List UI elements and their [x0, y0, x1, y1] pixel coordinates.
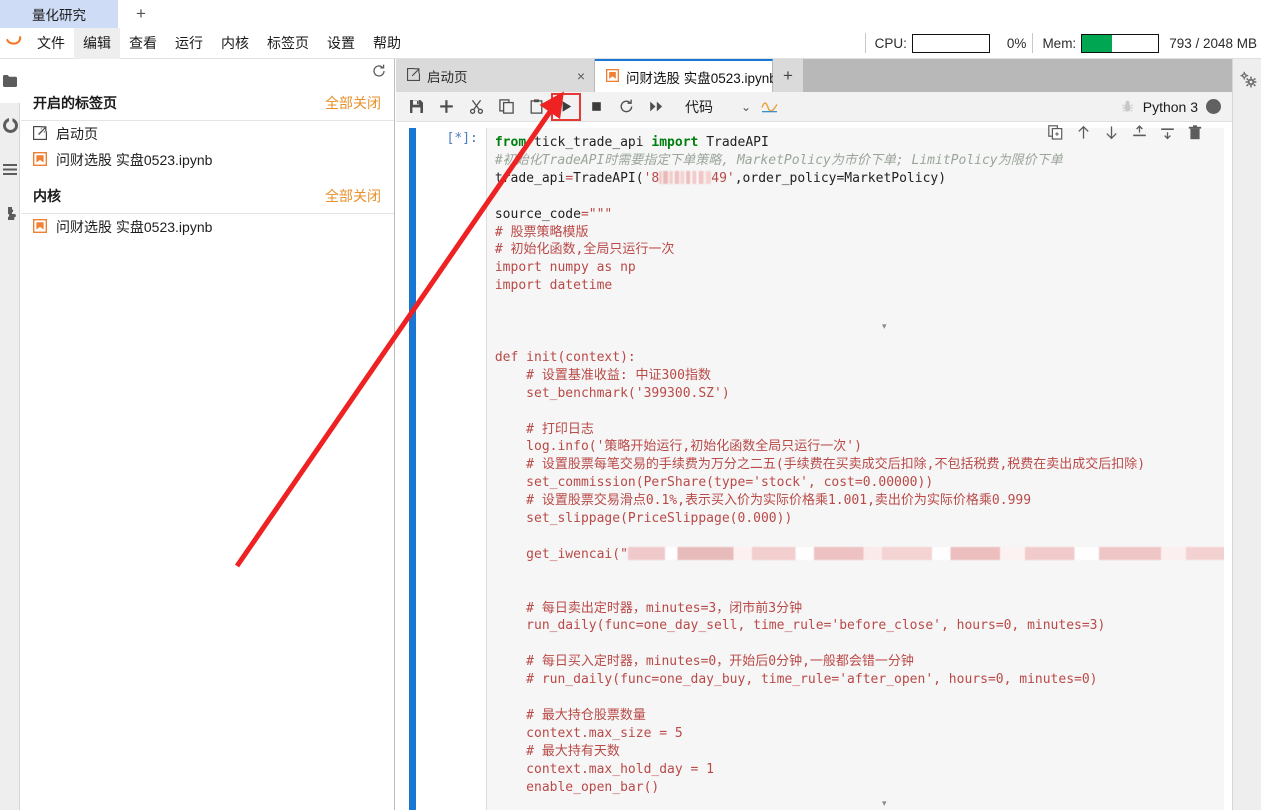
- running-sessions-icon[interactable]: [0, 103, 20, 147]
- duplicate-cell-icon[interactable]: [1048, 125, 1063, 143]
- divider: [864, 33, 866, 53]
- running-panel: 开启的标签页 全部关闭 启动页 问财选股 实盘0523.ipynb 内核 全部关…: [21, 59, 395, 810]
- menu-item-kernel[interactable]: 内核: [212, 28, 258, 59]
- notebook-body: [*]: from tick_trade_api import TradeAPI…: [396, 122, 1232, 810]
- kernel-status-indicator[interactable]: [1206, 99, 1221, 114]
- tab-label: 启动页: [427, 69, 468, 85]
- insert-cell-below-icon[interactable]: [1160, 125, 1175, 143]
- dock-tab-bar: 启动页 × 问财选股 实盘0523.ipynb × +: [396, 59, 1232, 92]
- list-item[interactable]: 问财选股 实盘0523.ipynb: [21, 147, 394, 173]
- list-item-label: 启动页: [56, 126, 98, 142]
- extensions-icon[interactable]: [0, 191, 20, 235]
- cut-cell-button[interactable]: [461, 93, 491, 121]
- cpu-label: CPU:: [874, 35, 907, 51]
- tab-notebook[interactable]: 问财选股 实盘0523.ipynb ×: [595, 59, 792, 92]
- redacted-text: [627, 546, 1224, 560]
- mem-text: 793 / 2048 MB: [1169, 35, 1257, 51]
- menu-bar: 文件 编辑 查看 运行 内核 标签页 设置 帮助 CPU: 0% Mem: 79…: [0, 27, 1261, 59]
- kernel-name-label[interactable]: Python 3: [1143, 99, 1198, 115]
- menu-item-tabs[interactable]: 标签页: [258, 28, 318, 59]
- sidebar-section-open-tabs: 开启的标签页 全部关闭: [21, 86, 394, 121]
- save-button[interactable]: [401, 93, 431, 121]
- delete-cell-icon[interactable]: [1188, 125, 1202, 143]
- notebook-toolbar: 代码 ⌄ Python 3: [396, 92, 1232, 122]
- close-all-kernels-button[interactable]: 全部关闭: [325, 186, 381, 206]
- code-text[interactable]: from tick_trade_api import TradeAPI #初始化…: [487, 134, 1224, 810]
- tab-label: 问财选股 实盘0523.ipynb: [626, 70, 777, 86]
- mem-meter: [1081, 33, 1160, 53]
- bug-icon[interactable]: [1113, 93, 1143, 121]
- tab-bar-empty-space: [803, 59, 1232, 92]
- menu-item-help[interactable]: 帮助: [364, 28, 410, 59]
- list-item-label: 问财选股 实盘0523.ipynb: [56, 152, 213, 168]
- main-dock: 启动页 × 问财选股 实盘0523.ipynb × +: [396, 59, 1232, 810]
- copy-cell-button[interactable]: [491, 93, 521, 121]
- paste-cell-button[interactable]: [521, 93, 551, 121]
- menu-item-edit[interactable]: 编辑: [74, 27, 120, 59]
- section-title: 开启的标签页: [33, 95, 117, 111]
- cell-editor[interactable]: from tick_trade_api import TradeAPI #初始化…: [485, 128, 1224, 810]
- cell-type-select[interactable]: 代码 ⌄: [679, 95, 757, 119]
- move-cell-up-icon[interactable]: [1076, 125, 1091, 143]
- interrupt-kernel-button[interactable]: [581, 93, 611, 121]
- activity-rail: [0, 59, 20, 810]
- commands-icon[interactable]: [0, 147, 20, 191]
- chevron-down-icon: ⌄: [741, 99, 752, 114]
- tab-launcher[interactable]: 启动页 ×: [396, 59, 595, 92]
- browser-tab[interactable]: 量化研究: [0, 0, 118, 28]
- list-item[interactable]: 问财选股 实盘0523.ipynb: [21, 214, 394, 240]
- browser-tab-title: 量化研究: [32, 8, 86, 23]
- menu-item-file[interactable]: 文件: [28, 28, 74, 59]
- menu-item-settings[interactable]: 设置: [318, 28, 364, 59]
- mem-label: Mem:: [1042, 35, 1077, 51]
- insert-cell-button[interactable]: [431, 93, 461, 121]
- list-item[interactable]: 启动页: [21, 121, 394, 147]
- restart-kernel-button[interactable]: [611, 93, 641, 121]
- jupyter-logo-icon: [0, 28, 28, 59]
- launcher-icon: [33, 125, 48, 143]
- chart-icon[interactable]: [757, 93, 783, 121]
- menu-item-run[interactable]: 运行: [166, 28, 212, 59]
- notebook-icon: [605, 68, 620, 85]
- cpu-percent: 0%: [1006, 35, 1027, 51]
- cell-toolbar: [1048, 125, 1202, 143]
- property-inspector-icon[interactable]: [1233, 59, 1261, 99]
- list-item-label: 问财选股 实盘0523.ipynb: [56, 219, 213, 235]
- divider-2: [1032, 33, 1034, 53]
- sidebar-toolbar: [21, 59, 394, 86]
- add-tab-button[interactable]: +: [773, 59, 803, 92]
- move-cell-down-icon[interactable]: [1104, 125, 1119, 143]
- menu-item-view[interactable]: 查看: [120, 28, 166, 59]
- browser-tab-strip: 量化研究 +: [0, 0, 1261, 28]
- cell-type-value: 代码: [685, 98, 713, 115]
- new-tab-button[interactable]: +: [118, 0, 164, 28]
- menu-item-list: 文件 编辑 查看 运行 内核 标签页 设置 帮助: [28, 27, 410, 59]
- close-all-tabs-button[interactable]: 全部关闭: [325, 93, 381, 113]
- restart-run-all-button[interactable]: [641, 93, 671, 121]
- notebook-icon: [32, 218, 48, 236]
- run-cell-button[interactable]: [551, 92, 581, 121]
- mem-meter-fill: [1082, 34, 1112, 52]
- resource-monitor: CPU: 0% Mem: 793 / 2048 MB: [861, 28, 1261, 59]
- sidebar-section-kernels: 内核 全部关闭: [21, 179, 394, 214]
- refresh-icon[interactable]: [372, 64, 386, 81]
- file-browser-icon[interactable]: [0, 59, 20, 103]
- launcher-icon: [407, 67, 421, 84]
- insert-cell-above-icon[interactable]: [1132, 125, 1147, 143]
- redacted-text: [659, 170, 712, 184]
- active-cell-indicator: [409, 128, 416, 810]
- cpu-meter: [911, 33, 990, 53]
- notebook-icon: [32, 151, 48, 169]
- section-title: 内核: [33, 188, 61, 204]
- close-icon[interactable]: ×: [577, 68, 585, 84]
- right-activity-rail: [1232, 59, 1261, 810]
